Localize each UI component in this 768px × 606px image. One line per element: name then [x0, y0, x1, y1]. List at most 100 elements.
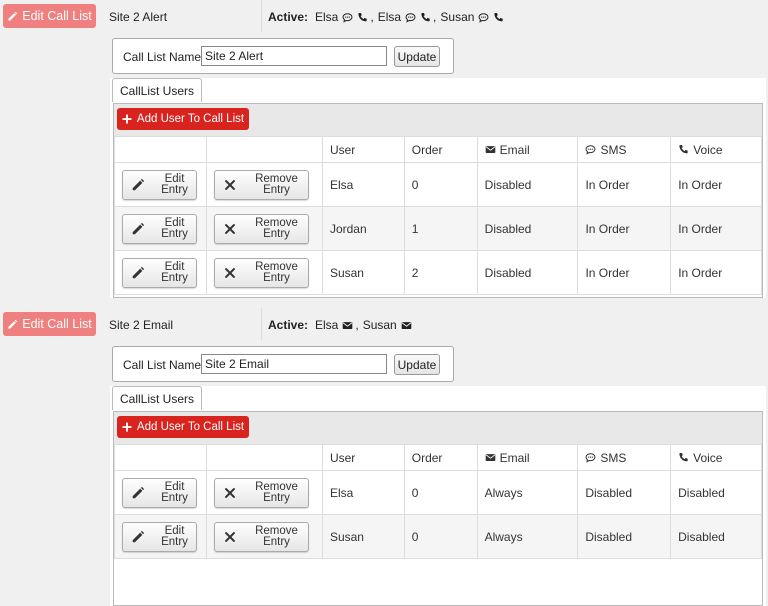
phone-icon [418, 12, 431, 23]
table-row: Edit Entry Remove Entry Jordan 1 Disabled In Or… [114, 206, 762, 251]
cell-voice: In Order [670, 206, 762, 251]
times-icon [223, 178, 237, 192]
remove-entry-label-line2: Entry [263, 491, 290, 504]
edit-entry-button[interactable]: Edit Entry [122, 213, 197, 244]
edit-entry-cell: Edit Entry [114, 470, 207, 515]
cell-sms: In Order [577, 250, 672, 295]
sms-icon [585, 144, 596, 155]
column-header [205, 136, 323, 163]
call-list-name-input[interactable] [201, 354, 387, 374]
remove-entry-button[interactable]: Remove Entry [213, 169, 309, 200]
table-header-row: User Order Email SMS Voice [114, 136, 762, 163]
add-user-to-call-list-button[interactable]: Add User To Call List [117, 416, 249, 438]
remove-entry-label: Remove Entry [245, 217, 308, 240]
remove-entry-button[interactable]: Remove Entry [213, 477, 309, 508]
cell-sms: In Order [577, 206, 672, 251]
active-user-name: Elsa [315, 10, 339, 24]
column-header: Email [476, 444, 579, 471]
call-list-name-form: Call List Name Update [112, 346, 454, 382]
column-header-label: SMS [600, 142, 627, 157]
call-list-name-form: Call List Name Update [112, 38, 454, 74]
remove-entry-cell: Remove Entry [205, 250, 323, 295]
column-header-label: Order [411, 142, 443, 157]
tab-calllist-users[interactable]: CallList Users [112, 78, 202, 102]
plus-icon [122, 114, 132, 124]
divider [261, 308, 262, 340]
cell-email: Disabled [476, 206, 579, 251]
column-header: Voice [670, 444, 762, 471]
edit-entry-label: Edit Entry [153, 217, 196, 240]
column-header: SMS [577, 136, 672, 163]
remove-entry-cell: Remove Entry [205, 514, 323, 559]
column-header-label: Email [499, 142, 530, 157]
cell-sms: Disabled [577, 470, 672, 515]
column-header-label: Email [499, 450, 530, 465]
pencil-icon [7, 319, 18, 330]
sms-icon [585, 452, 596, 463]
column-header: User [321, 136, 405, 163]
sms-icon [476, 12, 489, 23]
envelope-icon [485, 144, 496, 155]
tabs-container: CallList Users Add User To Call List User O… [110, 78, 766, 298]
column-header-label: Voice [693, 142, 723, 157]
cell-email: Disabled [476, 250, 579, 295]
column-header: Email [476, 136, 579, 163]
edit-entry-button[interactable]: Edit Entry [122, 257, 197, 288]
phone-icon [678, 452, 689, 463]
cell-voice: Disabled [670, 514, 762, 559]
cell-voice: In Order [670, 250, 762, 295]
edit-call-list-button[interactable]: Edit Call List [3, 4, 96, 28]
edit-entry-label: Edit Entry [153, 481, 196, 504]
pencil-icon [131, 178, 145, 192]
envelope-icon [340, 320, 353, 331]
edit-entry-cell: Edit Entry [114, 250, 207, 295]
remove-entry-label: Remove Entry [245, 173, 308, 196]
pencil-icon [131, 222, 145, 236]
cell-user: Jordan [321, 206, 405, 251]
column-header-label: Order [411, 450, 443, 465]
remove-entry-label: Remove Entry [245, 525, 308, 548]
cell-user: Susan [321, 514, 405, 559]
edit-entry-label-line2: Entry [161, 535, 188, 548]
tab-calllist-users[interactable]: CallList Users [112, 386, 202, 410]
edit-entry-button[interactable]: Edit Entry [122, 521, 197, 552]
edit-entry-cell: Edit Entry [114, 514, 207, 559]
users-table: User Order Email SMS Voice Edit Entry Remove Ent… [114, 444, 762, 559]
phone-icon [355, 12, 368, 23]
remove-entry-cell: Remove Entry [205, 206, 323, 251]
cell-email: Always [476, 514, 579, 559]
remove-entry-label-line2: Entry [263, 227, 290, 240]
add-user-to-call-list-button[interactable]: Add User To Call List [117, 108, 249, 130]
table-header-row: User Order Email SMS Voice [114, 444, 762, 471]
remove-entry-label: Remove Entry [245, 261, 308, 284]
edit-entry-label-line2: Entry [161, 491, 188, 504]
cell-order: 1 [403, 206, 478, 251]
call-list-name: Site 2 Alert [109, 10, 168, 24]
cell-order: 2 [403, 250, 478, 295]
remove-entry-button[interactable]: Remove Entry [213, 257, 309, 288]
update-button[interactable]: Update [394, 354, 440, 375]
separator: , [433, 10, 437, 24]
column-header: User [321, 444, 405, 471]
call-list-name: Site 2 Email [109, 318, 174, 332]
edit-entry-label-line2: Entry [161, 227, 188, 240]
edit-call-list-button[interactable]: Edit Call List [3, 312, 96, 336]
edit-entry-button[interactable]: Edit Entry [122, 477, 197, 508]
remove-entry-button[interactable]: Remove Entry [213, 521, 309, 552]
update-button[interactable]: Update [394, 46, 440, 67]
active-label: Active: [268, 10, 309, 24]
remove-entry-button[interactable]: Remove Entry [213, 213, 309, 244]
edit-entry-button[interactable]: Edit Entry [122, 169, 197, 200]
table-toolbar: Add User To Call List [114, 412, 762, 445]
users-table: User Order Email SMS Voice Edit Entry Remove Ent… [114, 136, 762, 295]
envelope-icon [399, 320, 412, 331]
active-user-name: Elsa [377, 10, 402, 24]
call-list-name-input[interactable] [201, 46, 387, 66]
calllist-users-panel: Add User To Call List User Order Email SMS Vo… [113, 103, 763, 298]
phone-icon [678, 144, 689, 155]
active-users: Active: Elsa, Elsa, Susan [268, 10, 504, 24]
remove-entry-cell: Remove Entry [205, 162, 323, 207]
column-header-label: SMS [600, 450, 627, 465]
active-user-name: Susan [440, 10, 475, 24]
call-list-name-label: Call List Name [123, 358, 202, 372]
